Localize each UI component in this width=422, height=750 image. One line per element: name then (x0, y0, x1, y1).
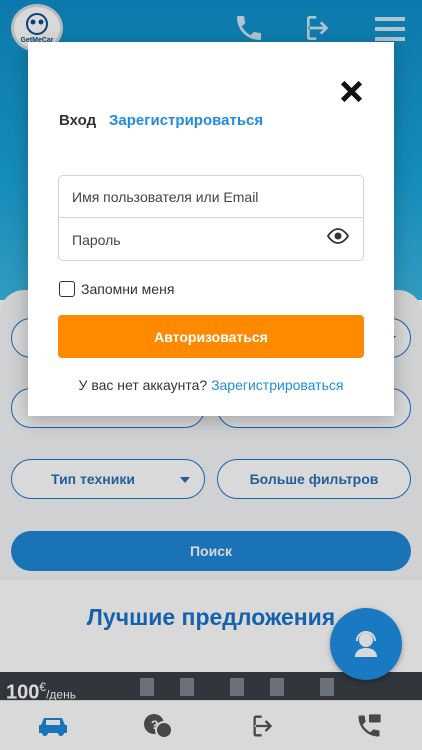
tab-login[interactable]: Вход (59, 112, 96, 129)
username-input[interactable] (59, 176, 363, 218)
remember-checkbox[interactable] (59, 281, 75, 297)
close-icon[interactable] (340, 80, 362, 102)
tab-register[interactable]: Зарегистрироваться (109, 112, 263, 129)
no-account-text: У вас нет аккаунта? (78, 377, 208, 393)
login-modal: Вход Зарегистрироваться Запомни меня Авт… (28, 42, 394, 416)
password-input[interactable] (59, 219, 363, 261)
eye-icon[interactable] (327, 228, 349, 244)
no-account-row: У вас нет аккаунта? Зарегистрироваться (28, 377, 394, 393)
login-button[interactable]: Авторизоваться (58, 315, 364, 358)
remember-label: Запомни меня (81, 281, 175, 297)
register-link[interactable]: Зарегистрироваться (211, 377, 343, 393)
remember-me[interactable]: Запомни меня (59, 281, 174, 297)
credentials-group (58, 175, 364, 261)
